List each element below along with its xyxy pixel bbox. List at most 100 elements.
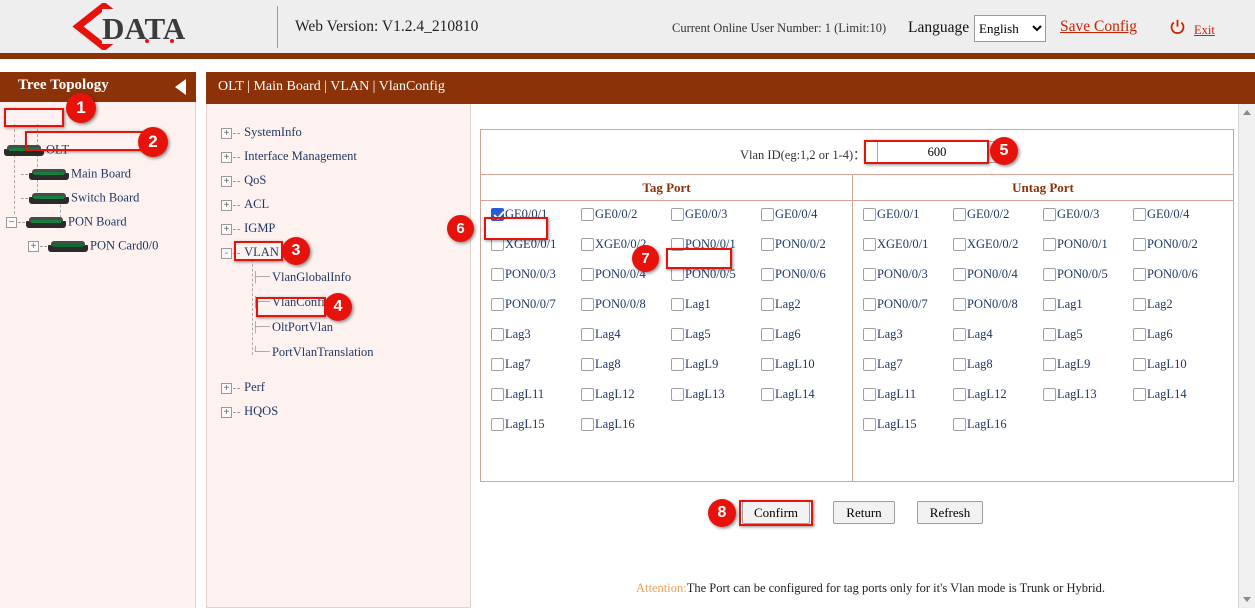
- tag-port-checkbox-cell[interactable]: PON0/0/2: [761, 235, 826, 251]
- untag-port-checkbox[interactable]: [863, 268, 876, 281]
- nav-item-perf[interactable]: + Perf: [221, 380, 265, 395]
- nav-expander-icon[interactable]: +: [221, 407, 232, 418]
- untag-port-checkbox-cell[interactable]: PON0/0/6: [1133, 265, 1198, 281]
- untag-port-checkbox-cell[interactable]: Lag3: [863, 325, 903, 341]
- tag-port-checkbox[interactable]: [581, 298, 594, 311]
- untag-port-checkbox-cell[interactable]: GE0/0/1: [863, 205, 919, 221]
- tag-port-checkbox[interactable]: [671, 388, 684, 401]
- tag-port-checkbox-cell[interactable]: PON0/0/5: [671, 265, 736, 281]
- save-config-link[interactable]: Save Config: [1060, 18, 1137, 36]
- tag-port-checkbox[interactable]: [761, 358, 774, 371]
- tag-port-checkbox[interactable]: [581, 418, 594, 431]
- untag-port-checkbox-cell[interactable]: Lag4: [953, 325, 993, 341]
- tag-port-checkbox-cell[interactable]: Lag1: [671, 295, 711, 311]
- untag-port-checkbox[interactable]: [1133, 268, 1146, 281]
- tag-port-checkbox[interactable]: [581, 238, 594, 251]
- tag-port-checkbox[interactable]: [491, 298, 504, 311]
- tree-node-pon-card[interactable]: +PON Card0/0: [28, 238, 158, 254]
- untag-port-checkbox[interactable]: [863, 328, 876, 341]
- untag-port-checkbox[interactable]: [953, 268, 966, 281]
- untag-port-checkbox-cell[interactable]: GE0/0/2: [953, 205, 1009, 221]
- untag-port-checkbox-cell[interactable]: PON0/0/2: [1133, 235, 1198, 251]
- nav-item-igmp[interactable]: + IGMP: [221, 221, 275, 236]
- tag-port-checkbox[interactable]: [761, 238, 774, 251]
- tag-port-checkbox-cell[interactable]: PON0/0/7: [491, 295, 556, 311]
- tag-port-checkbox[interactable]: [671, 238, 684, 251]
- tree-node-switch-board[interactable]: Switch Board: [20, 190, 139, 206]
- tag-port-checkbox-cell[interactable]: Lag5: [671, 325, 711, 341]
- collapse-panel-arrow-icon[interactable]: [175, 79, 186, 95]
- untag-port-checkbox-cell[interactable]: LagL9: [1043, 355, 1090, 371]
- return-button[interactable]: Return: [833, 501, 895, 524]
- tag-port-checkbox-cell[interactable]: GE0/0/3: [671, 205, 727, 221]
- tag-port-checkbox[interactable]: [491, 208, 504, 221]
- tag-port-checkbox-cell[interactable]: PON0/0/8: [581, 295, 646, 311]
- tag-port-checkbox[interactable]: [581, 208, 594, 221]
- untag-port-checkbox-cell[interactable]: PON0/0/4: [953, 265, 1018, 281]
- tag-port-checkbox-cell[interactable]: GE0/0/1: [491, 205, 547, 221]
- untag-port-checkbox-cell[interactable]: PON0/0/7: [863, 295, 928, 311]
- untag-port-checkbox-cell[interactable]: Lag2: [1133, 295, 1173, 311]
- tag-port-checkbox[interactable]: [761, 328, 774, 341]
- tag-port-checkbox-cell[interactable]: Lag2: [761, 295, 801, 311]
- tree-node-olt[interactable]: OLT: [4, 142, 69, 158]
- nav-expander-icon[interactable]: +: [221, 152, 232, 163]
- confirm-button[interactable]: Confirm: [742, 501, 810, 524]
- tag-port-checkbox[interactable]: [581, 358, 594, 371]
- tag-port-checkbox-cell[interactable]: LagL14: [761, 385, 815, 401]
- untag-port-checkbox-cell[interactable]: PON0/0/3: [863, 265, 928, 281]
- untag-port-checkbox[interactable]: [863, 418, 876, 431]
- content-scrollbar[interactable]: [1238, 104, 1255, 608]
- untag-port-checkbox[interactable]: [1043, 358, 1056, 371]
- tag-port-checkbox[interactable]: [671, 298, 684, 311]
- tag-port-checkbox[interactable]: [761, 298, 774, 311]
- untag-port-checkbox[interactable]: [1133, 328, 1146, 341]
- tag-port-checkbox-cell[interactable]: GE0/0/4: [761, 205, 817, 221]
- nav-expander-icon[interactable]: +: [221, 200, 232, 211]
- untag-port-checkbox[interactable]: [1043, 238, 1056, 251]
- tag-port-checkbox[interactable]: [671, 358, 684, 371]
- tag-port-checkbox-cell[interactable]: PON0/0/6: [761, 265, 826, 281]
- tag-port-checkbox[interactable]: [491, 358, 504, 371]
- tag-port-checkbox[interactable]: [671, 268, 684, 281]
- nav-item-vlanconfig[interactable]: ├── VlanConfig: [252, 295, 331, 310]
- untag-port-checkbox[interactable]: [1043, 208, 1056, 221]
- untag-port-checkbox-cell[interactable]: LagL14: [1133, 385, 1187, 401]
- tag-port-checkbox-cell[interactable]: GE0/0/2: [581, 205, 637, 221]
- tag-port-checkbox-cell[interactable]: LagL13: [671, 385, 725, 401]
- tree-expander-icon[interactable]: +: [28, 241, 39, 252]
- tag-port-checkbox-cell[interactable]: LagL9: [671, 355, 718, 371]
- untag-port-checkbox[interactable]: [1133, 208, 1146, 221]
- untag-port-checkbox[interactable]: [863, 358, 876, 371]
- tag-port-checkbox-cell[interactable]: XGE0/0/2: [581, 235, 646, 251]
- nav-expander-icon[interactable]: +: [221, 383, 232, 394]
- nav-expander-icon[interactable]: +: [221, 224, 232, 235]
- nav-item-vlan[interactable]: - VLAN: [221, 245, 279, 260]
- untag-port-checkbox[interactable]: [1043, 268, 1056, 281]
- scroll-down-arrow-icon[interactable]: [1239, 591, 1255, 608]
- untag-port-checkbox[interactable]: [1133, 298, 1146, 311]
- nav-item-hqos[interactable]: + HQOS: [221, 404, 278, 419]
- nav-expander-icon[interactable]: -: [221, 248, 232, 259]
- untag-port-checkbox[interactable]: [953, 328, 966, 341]
- untag-port-checkbox-cell[interactable]: LagL11: [863, 385, 916, 401]
- untag-port-checkbox[interactable]: [863, 298, 876, 311]
- tree-node-pon-board[interactable]: −PON Board: [6, 214, 127, 230]
- nav-item-oltportvlan[interactable]: ├── OltPortVlan: [252, 320, 333, 335]
- untag-port-checkbox-cell[interactable]: GE0/0/4: [1133, 205, 1189, 221]
- tag-port-checkbox[interactable]: [491, 418, 504, 431]
- tag-port-checkbox-cell[interactable]: Lag6: [761, 325, 801, 341]
- untag-port-checkbox-cell[interactable]: LagL13: [1043, 385, 1097, 401]
- untag-port-checkbox-cell[interactable]: Lag8: [953, 355, 993, 371]
- vlan-id-input[interactable]: [877, 141, 997, 163]
- tag-port-checkbox[interactable]: [581, 268, 594, 281]
- untag-port-checkbox[interactable]: [953, 208, 966, 221]
- tag-port-checkbox-cell[interactable]: LagL16: [581, 415, 635, 431]
- tag-port-checkbox[interactable]: [671, 328, 684, 341]
- nav-item-interface-management[interactable]: + Interface Management: [221, 149, 357, 164]
- untag-port-checkbox-cell[interactable]: LagL12: [953, 385, 1007, 401]
- untag-port-checkbox-cell[interactable]: Lag6: [1133, 325, 1173, 341]
- untag-port-checkbox[interactable]: [863, 208, 876, 221]
- nav-item-qos[interactable]: + QoS: [221, 173, 266, 188]
- untag-port-checkbox[interactable]: [953, 418, 966, 431]
